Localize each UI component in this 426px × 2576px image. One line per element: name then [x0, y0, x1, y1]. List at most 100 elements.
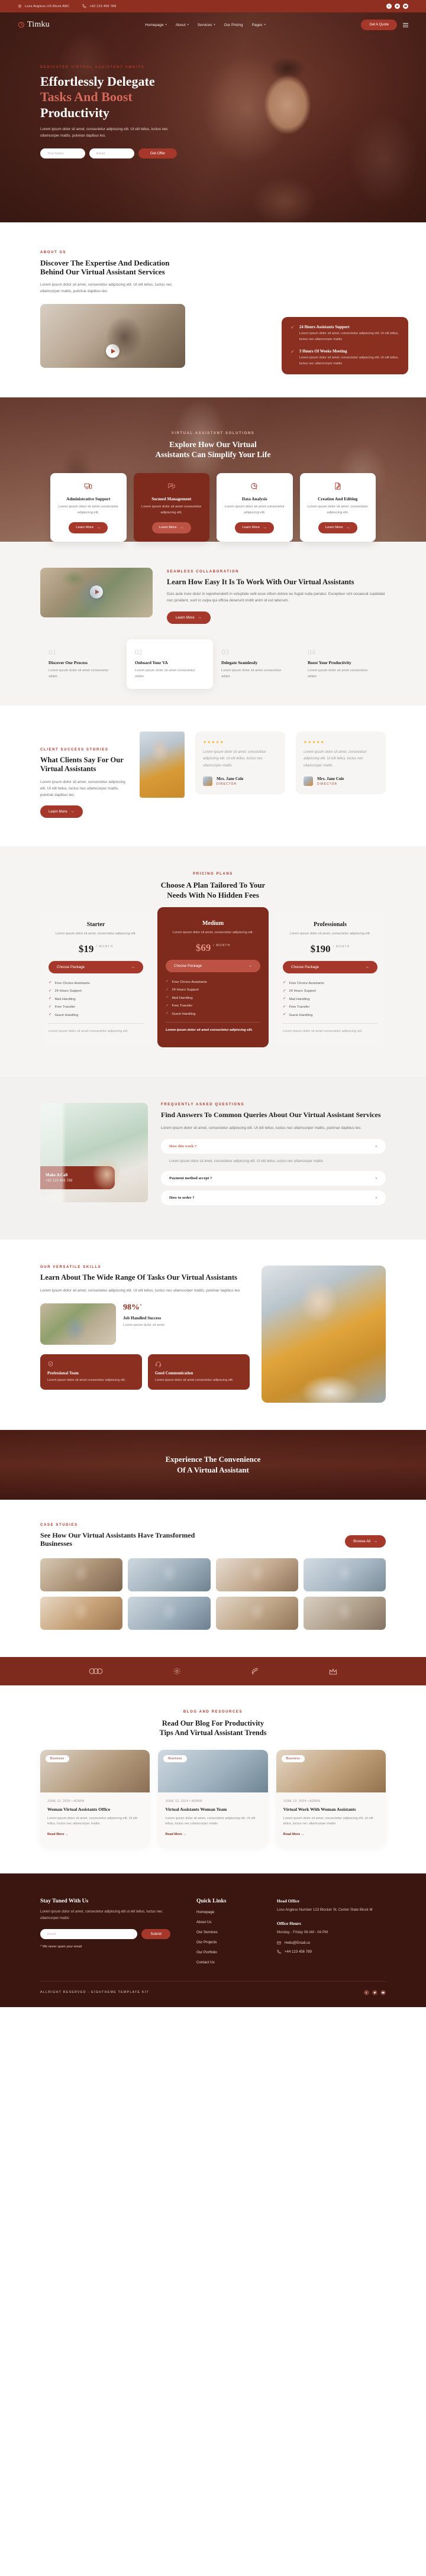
faq-item-how-this-work[interactable]: How this work ? ∧: [161, 1138, 386, 1154]
star-rating-icon: ★★★★★: [203, 740, 225, 745]
youtube-icon[interactable]: [380, 1989, 386, 1995]
feature-label: Guest Handling: [172, 1012, 196, 1016]
hamburger-menu-icon[interactable]: [403, 22, 408, 27]
cta-banner-title: Experience The Convenience Of A Virtual …: [166, 1454, 261, 1475]
choose-package-button[interactable]: Choose Package →: [166, 960, 260, 973]
footer-phone[interactable]: +44 123 456 789: [277, 1950, 373, 1954]
nav-item-our-pricing[interactable]: Our Pricing: [224, 23, 243, 27]
process-step-02[interactable]: 02 Onboard Your VA Lorem ipsum dolor sit…: [127, 639, 213, 690]
footer-email[interactable]: Hello@Email.co: [277, 1941, 373, 1945]
blog-read-more-link[interactable]: Read More →: [283, 1833, 305, 1836]
blog-post-card[interactable]: Business JUNE 12, 2024 • ADMIN Virtual A…: [158, 1749, 268, 1846]
footer-link-our-portfolio[interactable]: Our Portfolio: [196, 1950, 251, 1954]
portfolio-item[interactable]: [40, 1558, 123, 1592]
play-button-icon[interactable]: [106, 344, 120, 358]
about-feature-desc: Lorem ipsum dolor sit amet, consectetur …: [299, 356, 399, 365]
blog-post-desc: Lorem ipsum dolor sit amet, consectetur …: [165, 1816, 256, 1826]
nav-item-about[interactable]: About ▾: [176, 23, 189, 27]
newsletter-title: Stay Tuned With Us: [40, 1898, 89, 1904]
footer-link-our-projects[interactable]: Our Projects: [196, 1940, 251, 1944]
portfolio-item[interactable]: [128, 1558, 211, 1592]
newsletter-submit-button[interactable]: Submit: [141, 1929, 170, 1940]
newsletter-email-input[interactable]: [40, 1929, 138, 1940]
email-input[interactable]: [89, 148, 134, 159]
learn-more-button[interactable]: Learn More →: [318, 522, 357, 533]
feature-label: Free Choice Assistants: [54, 981, 90, 985]
portfolio-item[interactable]: [303, 1597, 386, 1630]
top-bar-socials: [386, 4, 408, 9]
plan-feature: ✓ Mail Handling: [49, 997, 143, 1001]
skills-card-list: Professional Team Lorem ipsum dolor sit …: [40, 1354, 250, 1390]
about-eyebrow: ABOUT US: [40, 251, 67, 254]
service-card-administrative-support[interactable]: Administrative Support Lorem ipsum dolor…: [50, 473, 127, 542]
process-step-04[interactable]: 04 Boost Your Productivity Lorem ipsum d…: [299, 639, 386, 690]
footer-link-contact-us[interactable]: Contact Us: [196, 1960, 251, 1965]
first-name-input[interactable]: [40, 148, 85, 159]
skill-card-professional-team: Professional Team Lorem ipsum dolor sit …: [40, 1354, 142, 1390]
brand-logo[interactable]: Timku: [18, 20, 50, 30]
faq-item-how-to-order[interactable]: How to order ? ∨: [161, 1190, 386, 1205]
feature-label: 24 Hours Support: [172, 988, 199, 992]
twitter-icon[interactable]: [372, 1989, 377, 1995]
process-step-01[interactable]: 01 Discover Our Process Lorem ipsum dolo…: [40, 639, 127, 690]
play-button-icon[interactable]: [90, 585, 103, 598]
plan-price-row: $69 / MONTH: [166, 943, 260, 953]
footer-link-about-us[interactable]: About Us: [196, 1920, 251, 1924]
nav-label: About: [175, 22, 186, 27]
about-video-thumbnail[interactable]: [40, 304, 185, 368]
portfolio-item[interactable]: [215, 1597, 298, 1630]
check-icon: ✓: [49, 1004, 52, 1009]
process-step-03[interactable]: 03 Delegate Seamlessly Lorem ipsum dolor…: [213, 639, 299, 690]
testimonials-learn-more-button[interactable]: Learn More →: [40, 805, 83, 818]
service-card-socmed-management[interactable]: Socmed Management Lorem ipsum dolor sit …: [133, 473, 209, 542]
learn-more-button[interactable]: Learn More →: [235, 522, 275, 533]
blog-section: BLOG AND RESOURCES Read Our Blog For Pro…: [0, 1685, 426, 1873]
service-card-data-analysis[interactable]: Data Analysis Lorem ipsum dolor sit amet…: [217, 473, 293, 542]
footer-phone-text: +44 123 456 789: [285, 1949, 312, 1954]
blog-read-more-link[interactable]: Read More →: [165, 1833, 186, 1836]
author-role: DIRECTOR: [217, 782, 237, 786]
collaboration-learn-more-button[interactable]: Learn More →: [167, 611, 211, 624]
portfolio-item[interactable]: [40, 1597, 123, 1630]
portfolio-item[interactable]: [128, 1597, 211, 1630]
facebook-icon[interactable]: [364, 1989, 369, 1995]
get-a-quote-button[interactable]: Get A Quote: [361, 20, 397, 30]
get-offer-button[interactable]: Get Offer: [138, 148, 178, 159]
feature-label: Free Transfer: [172, 1004, 193, 1008]
phone-item[interactable]: +62 123 456 789: [82, 4, 116, 8]
nav-item-pages[interactable]: Pages ▾: [252, 23, 266, 27]
plan-feature: ✓ Mail Handling: [166, 996, 260, 1000]
collaboration-video-thumbnail[interactable]: [40, 567, 153, 617]
arrow-right-icon: →: [263, 525, 267, 530]
services-title-line1: Explore How Our Virtual: [169, 440, 257, 449]
blog-read-more-link[interactable]: Read More →: [47, 1833, 69, 1836]
plan-feature: ✓ 24 Hours Support: [49, 989, 143, 993]
make-a-call-card[interactable]: Make A Call +62 123 456 789: [40, 1166, 115, 1190]
twitter-icon[interactable]: [395, 4, 400, 9]
footer-link-homepage[interactable]: Homepage: [196, 1910, 251, 1914]
skill-card-desc: Lorem ipsum dolor sit amet consectetur a…: [155, 1378, 234, 1382]
nav-item-homepage[interactable]: Homepage ▾: [145, 23, 167, 27]
plan-description: Lorem ipsum dolor sit amet, consectetur …: [55, 931, 137, 936]
faq-item-payment-method[interactable]: Payment method accept ? ∨: [161, 1170, 386, 1186]
footer-link-our-services[interactable]: Our Services: [196, 1930, 251, 1934]
choose-package-button[interactable]: Choose Package →: [49, 961, 143, 974]
learn-more-button[interactable]: Learn More →: [69, 522, 108, 533]
portfolio-item[interactable]: [303, 1558, 386, 1592]
learn-more-button[interactable]: Learn More →: [151, 522, 191, 533]
service-card-list: Administrative Support Lorem ipsum dolor…: [0, 460, 426, 542]
nav-item-services[interactable]: Services ▾: [198, 23, 215, 27]
service-card-creation-and-editing[interactable]: Creation And Editing Lorem ipsum dolor s…: [299, 473, 376, 542]
choose-package-button[interactable]: Choose Package →: [283, 961, 377, 974]
browse-all-button[interactable]: Browse All →: [345, 1535, 386, 1548]
collaboration-band: SEAMLESS COLLABORATION Learn How Easy It…: [0, 541, 426, 706]
portfolio-item[interactable]: [215, 1558, 298, 1592]
blog-post-card[interactable]: Business JUNE 12, 2024 • ADMIN Virtual W…: [276, 1749, 386, 1846]
chevron-down-icon: ▾: [214, 23, 215, 26]
youtube-icon[interactable]: [403, 4, 408, 9]
blog-post-card[interactable]: Business JUNE 12, 2024 • ADMIN Woman Vir…: [40, 1749, 150, 1846]
facebook-icon[interactable]: [386, 4, 392, 9]
newsletter-desc: Lorem ipsum dolor sit amet, consectetur …: [40, 1910, 163, 1921]
step-desc: Lorem ipsum dolor sit amet consectetur a…: [135, 668, 195, 678]
testimonial-client-photo: [140, 732, 185, 798]
